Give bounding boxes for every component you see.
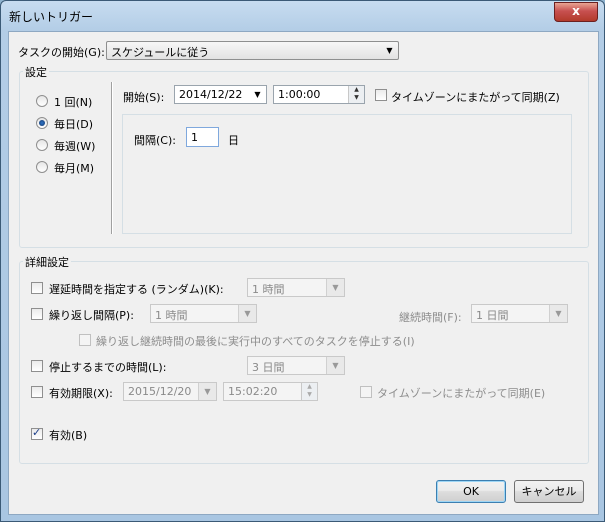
chevron-down-icon: ▼ bbox=[254, 90, 261, 99]
duration-value: 1 日間 bbox=[476, 309, 509, 322]
delay-label: 遅延時間を指定する (ランダム)(K): bbox=[49, 283, 224, 296]
stop-after-value: 3 日間 bbox=[252, 361, 285, 374]
start-label: 開始(S): bbox=[123, 91, 165, 104]
start-date-value: 2014/12/22 bbox=[179, 88, 243, 101]
close-icon: x bbox=[572, 4, 580, 18]
dialog-client: タスクの開始(G): スケジュールに従う ▼ 設定 1 回(N) 毎日(D) 毎… bbox=[8, 31, 599, 515]
radio-daily-label: 毎日(D) bbox=[54, 118, 94, 131]
stop-after-label: 停止するまでの時間(L): bbox=[49, 361, 167, 374]
ok-button[interactable]: OK bbox=[436, 480, 506, 503]
expire-checkbox[interactable] bbox=[31, 386, 43, 398]
chevron-down-icon: ▼ bbox=[326, 357, 344, 374]
stop-all-checkbox[interactable] bbox=[79, 334, 91, 346]
enabled-label: 有効(B) bbox=[49, 429, 88, 442]
expire-date-value: 2015/12/20 bbox=[128, 385, 192, 398]
sync-timezone-label: タイムゾーンにまたがって同期(Z) bbox=[391, 91, 560, 104]
start-time-input[interactable]: 1:00:00 ▲ ▼ bbox=[273, 85, 365, 104]
expire-sync-label: タイムゾーンにまたがって同期(E) bbox=[377, 387, 546, 400]
begin-task-value: スケジュールに従う bbox=[111, 46, 210, 59]
time-spinner-icon[interactable]: ▲ ▼ bbox=[348, 86, 364, 103]
settings-divider bbox=[111, 82, 113, 234]
delay-value: 1 時間 bbox=[252, 283, 285, 296]
repeat-label: 繰り返し間隔(P): bbox=[49, 309, 134, 322]
repeat-checkbox[interactable] bbox=[31, 308, 43, 320]
radio-monthly-label: 毎月(M) bbox=[54, 162, 95, 175]
start-time-value: 1:00:00 bbox=[278, 88, 321, 101]
time-spinner-icon[interactable]: ▲ ▼ bbox=[301, 383, 317, 400]
radio-once-label: 1 回(N) bbox=[54, 96, 93, 109]
chevron-down-icon: ▼ bbox=[326, 279, 344, 296]
radio-weekly-label: 毎週(W) bbox=[54, 140, 96, 153]
chevron-down-icon: ▼ bbox=[238, 305, 256, 322]
radio-weekly[interactable] bbox=[36, 139, 48, 151]
cancel-button[interactable]: キャンセル bbox=[514, 480, 584, 503]
chevron-down-icon: ▼ bbox=[198, 383, 216, 400]
duration-select[interactable]: 1 日間 ▼ bbox=[471, 304, 568, 323]
radio-once[interactable] bbox=[36, 95, 48, 107]
advanced-group-label: 詳細設定 bbox=[23, 254, 71, 270]
expire-time-input[interactable]: 15:02:20 ▲ ▼ bbox=[223, 382, 318, 401]
start-date-picker[interactable]: 2014/12/22 ▼ bbox=[174, 85, 267, 104]
enabled-checkbox[interactable] bbox=[31, 426, 43, 440]
expire-sync-checkbox[interactable] bbox=[360, 386, 372, 398]
expire-label: 有効期限(X): bbox=[49, 387, 113, 400]
title-bar[interactable]: 新しいトリガー x bbox=[1, 1, 604, 31]
window-title: 新しいトリガー bbox=[9, 10, 94, 24]
trigger-dialog: 新しいトリガー x タスクの開始(G): スケジュールに従う ▼ 設定 1 回(… bbox=[0, 0, 605, 522]
begin-task-select[interactable]: スケジュールに従う ▼ bbox=[106, 41, 399, 60]
interval-input[interactable]: 1 bbox=[186, 127, 219, 147]
chevron-down-icon: ▼ bbox=[549, 305, 567, 322]
settings-group-label: 設定 bbox=[23, 64, 49, 80]
close-button[interactable]: x bbox=[554, 2, 598, 22]
delay-select[interactable]: 1 時間 ▼ bbox=[247, 278, 345, 297]
begin-task-label: タスクの開始(G): bbox=[18, 46, 105, 59]
radio-monthly[interactable] bbox=[36, 161, 48, 173]
stop-after-checkbox[interactable] bbox=[31, 360, 43, 372]
repeat-select[interactable]: 1 時間 ▼ bbox=[150, 304, 257, 323]
radio-daily[interactable] bbox=[36, 117, 48, 129]
interval-value: 1 bbox=[191, 131, 198, 144]
chevron-down-icon: ▼ bbox=[386, 46, 393, 55]
delay-checkbox[interactable] bbox=[31, 282, 43, 294]
stop-after-select[interactable]: 3 日間 ▼ bbox=[247, 356, 345, 375]
interval-unit: 日 bbox=[228, 134, 239, 147]
expire-time-value: 15:02:20 bbox=[228, 385, 278, 398]
expire-date-picker[interactable]: 2015/12/20 ▼ bbox=[123, 382, 217, 401]
interval-label: 間隔(C): bbox=[134, 134, 176, 147]
duration-label: 継続時間(F): bbox=[399, 311, 462, 324]
stop-all-label: 繰り返し継続時間の最後に実行中のすべてのタスクを停止する(I) bbox=[96, 335, 415, 348]
sync-timezone-checkbox[interactable] bbox=[375, 89, 387, 101]
repeat-value: 1 時間 bbox=[155, 309, 188, 322]
